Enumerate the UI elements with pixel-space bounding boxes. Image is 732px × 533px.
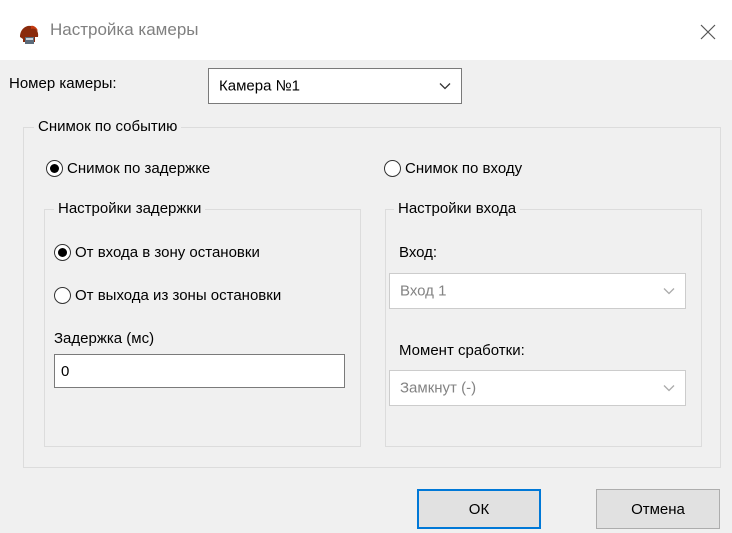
- delay-ms-input[interactable]: [54, 354, 345, 388]
- camera-number-label: Номер камеры:: [9, 75, 117, 92]
- radio-snapshot-delay[interactable]: Снимок по задержке: [46, 160, 210, 177]
- radio-checked-icon: [54, 244, 71, 261]
- ok-button[interactable]: ОК: [417, 489, 541, 529]
- close-icon: [700, 24, 716, 40]
- trigger-moment-select[interactable]: Замкнут (-): [389, 370, 686, 406]
- trigger-moment-label: Момент сработки:: [399, 342, 525, 359]
- chevron-down-icon: [439, 78, 451, 95]
- camera-number-value: Камера №1: [219, 77, 301, 95]
- trigger-moment-value: Замкнут (-): [400, 379, 477, 397]
- helmet-icon: [17, 23, 41, 47]
- input-select[interactable]: Вход 1: [389, 273, 686, 309]
- radio-snapshot-input[interactable]: Снимок по входу: [384, 160, 522, 177]
- event-snapshot-group-title: Снимок по событию: [34, 118, 182, 135]
- chevron-down-icon: [663, 380, 675, 397]
- radio-unchecked-icon: [54, 287, 71, 304]
- radio-from-enter-zone-label: От входа в зону остановки: [75, 244, 260, 261]
- cancel-button[interactable]: Отмена: [596, 489, 720, 529]
- radio-snapshot-input-label: Снимок по входу: [405, 160, 523, 177]
- radio-snapshot-delay-label: Снимок по задержке: [67, 160, 211, 177]
- window-title: Настройка камеры: [50, 20, 199, 39]
- radio-unchecked-icon: [384, 160, 401, 177]
- radio-from-enter-zone[interactable]: От входа в зону остановки: [54, 244, 260, 261]
- ok-button-label: ОК: [468, 500, 490, 518]
- delay-ms-label: Задержка (мс): [54, 330, 155, 347]
- cancel-button-label: Отмена: [631, 500, 685, 518]
- input-settings-group-title: Настройки входа: [394, 200, 521, 217]
- radio-from-exit-zone[interactable]: От выхода из зоны остановки: [54, 287, 281, 304]
- radio-from-exit-zone-label: От выхода из зоны остановки: [75, 287, 282, 304]
- chevron-down-icon: [663, 283, 675, 300]
- title-bar: Настройка камеры: [0, 0, 732, 60]
- radio-checked-icon: [46, 160, 63, 177]
- camera-number-select[interactable]: Камера №1: [208, 68, 462, 104]
- input-value: Вход 1: [400, 282, 447, 300]
- close-button[interactable]: [690, 14, 726, 50]
- input-label: Вход:: [399, 244, 438, 261]
- camera-settings-dialog: Настройка камеры Номер камеры: Камера №1…: [0, 0, 732, 533]
- delay-settings-group-title: Настройки задержки: [54, 200, 206, 217]
